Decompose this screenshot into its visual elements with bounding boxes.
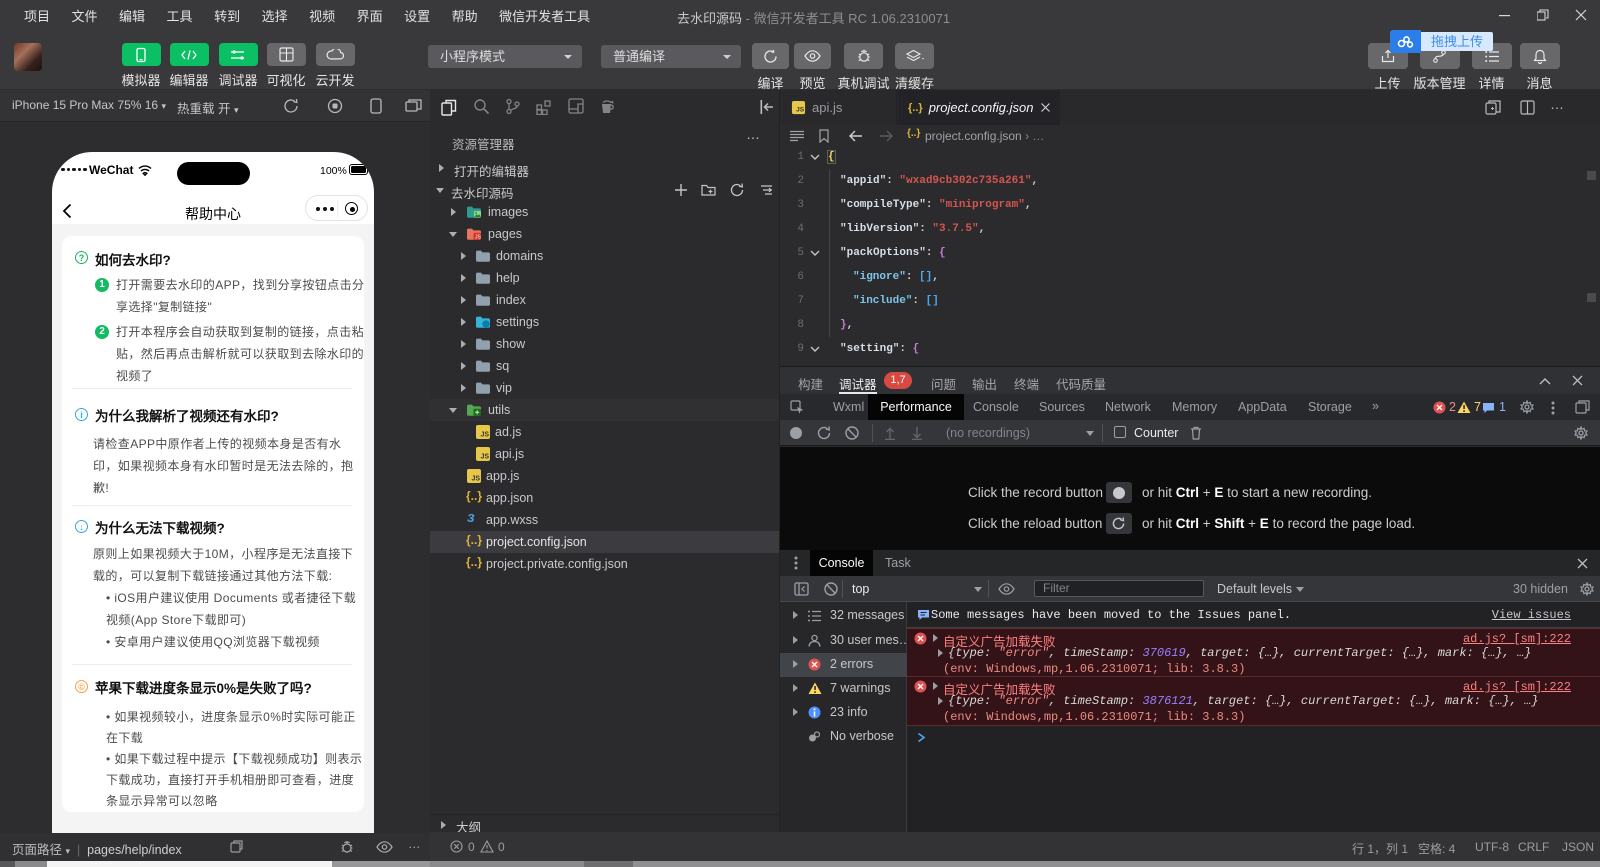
- svg-text:JS: JS: [475, 235, 482, 241]
- svg-text:JS: JS: [472, 476, 481, 483]
- svg-text:JS: JS: [481, 454, 490, 461]
- svg-text:JS: JS: [481, 432, 490, 439]
- svg-text:JS: JS: [796, 107, 805, 114]
